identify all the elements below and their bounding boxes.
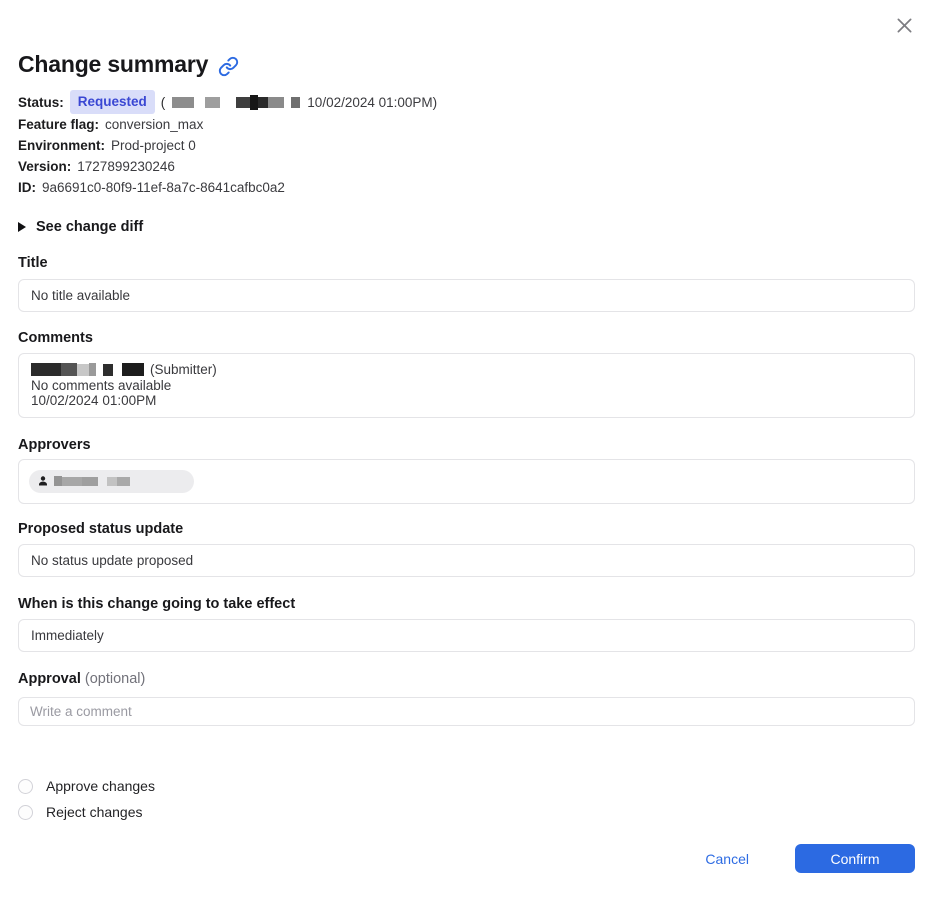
approve-changes-radio[interactable]: Approve changes (18, 779, 915, 794)
close-icon (894, 15, 915, 36)
environment-value: Prod-project 0 (111, 135, 196, 156)
reject-changes-radio[interactable]: Reject changes (18, 805, 915, 820)
comment-author-line: (Submitter) (31, 362, 902, 378)
title-section-heading: Title (18, 255, 915, 272)
comment-timestamp: 10/02/2024 01:00PM (31, 393, 902, 409)
close-button[interactable] (891, 12, 917, 38)
title-value: No title available (31, 288, 130, 303)
approval-heading-text: Approval (18, 671, 81, 687)
comments-section-heading: Comments (18, 330, 915, 347)
redacted-text (31, 363, 144, 376)
feature-flag-value: conversion_max (105, 114, 203, 135)
status-label: Status: (18, 92, 64, 113)
approvers-section-heading: Approvers (18, 437, 915, 454)
feature-flag-label: Feature flag: (18, 114, 99, 135)
see-change-diff-toggle[interactable]: See change diff (18, 219, 143, 235)
approvers-box (18, 459, 915, 504)
status-row: Status: Requested ( 10/02/2024 01:00PM) (18, 90, 915, 114)
dialog-footer: Cancel Confirm (683, 844, 915, 873)
comment-body: No comments available (31, 378, 902, 394)
version-row: Version: 1727899230246 (18, 156, 915, 177)
proposed-status-box: No status update proposed (18, 544, 915, 577)
decision-radio-group: Approve changes Reject changes (18, 779, 915, 820)
metadata-list: Status: Requested ( 10/02/2024 01:00PM) … (18, 90, 915, 198)
chevron-right-icon (18, 222, 26, 232)
redacted-text (172, 95, 300, 110)
reject-changes-label: Reject changes (46, 805, 143, 820)
radio-circle-icon[interactable] (18, 779, 33, 794)
proposed-status-heading: Proposed status update (18, 521, 915, 538)
proposed-status-value: No status update proposed (31, 553, 193, 568)
person-icon (37, 475, 49, 487)
cancel-button[interactable]: Cancel (683, 847, 771, 871)
environment-row: Environment: Prod-project 0 (18, 135, 915, 156)
approval-heading: Approval (optional) (18, 671, 915, 688)
id-label: ID: (18, 177, 36, 198)
link-icon[interactable] (218, 56, 239, 77)
environment-label: Environment: (18, 135, 105, 156)
confirm-button[interactable]: Confirm (795, 844, 915, 873)
id-value: 9a6691c0-80f9-11ef-8a7c-8641cafbc0a2 (42, 177, 285, 198)
submitter-suffix: (Submitter) (150, 362, 217, 378)
effect-timing-box: Immediately (18, 619, 915, 652)
status-paren: ( (161, 92, 166, 113)
id-row: ID: 9a6691c0-80f9-11ef-8a7c-8641cafbc0a2 (18, 177, 915, 198)
redacted-text (54, 476, 130, 486)
status-badge: Requested (70, 90, 155, 114)
title-value-box: No title available (18, 279, 915, 312)
effect-timing-heading: When is this change going to take effect (18, 596, 915, 613)
radio-circle-icon[interactable] (18, 805, 33, 820)
change-summary-modal: Change summary Status: Requested ( 10/02… (0, 0, 929, 906)
version-value: 1727899230246 (77, 156, 175, 177)
approval-comment-input[interactable] (18, 697, 915, 726)
status-datetime: 10/02/2024 01:00PM) (307, 92, 437, 113)
approve-changes-label: Approve changes (46, 779, 155, 794)
page-title: Change summary (18, 0, 915, 78)
effect-timing-value: Immediately (31, 628, 104, 643)
approval-optional-label: (optional) (85, 671, 145, 687)
comments-box: (Submitter) No comments available 10/02/… (18, 353, 915, 418)
approver-chip[interactable] (29, 470, 194, 493)
see-change-diff-label: See change diff (36, 219, 143, 235)
feature-flag-row: Feature flag: conversion_max (18, 114, 915, 135)
version-label: Version: (18, 156, 71, 177)
page-title-text: Change summary (18, 51, 208, 78)
